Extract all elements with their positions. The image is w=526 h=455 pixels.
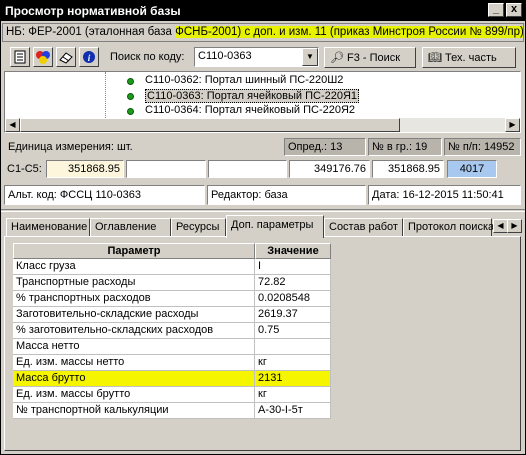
- database-info-highlight: ФСНБ-2001) с доп. и изм. 11 (приказ Минс…: [175, 26, 523, 38]
- value-cell[interactable]: кг: [255, 355, 331, 371]
- green-dot-icon: [127, 93, 134, 100]
- tab-work-composition[interactable]: Состав работ: [324, 218, 403, 237]
- tech-part-button[interactable]: 📖︎ Тех. часть: [422, 47, 516, 68]
- tab-strip: Наименование Оглавление Ресурсы Доп. пар…: [4, 215, 522, 238]
- meta-row: Альт. код: ФССЦ 110-0363 Редактор: база …: [4, 184, 521, 206]
- tree-item-label: С110-0363: Портал ячейковый ПС-220Я1: [145, 89, 360, 103]
- resource-tree[interactable]: С110-0362: Портал шинный ПС-220Ш2 С110-0…: [4, 71, 521, 133]
- title-bar: Просмотр нормативной базы _ x: [1, 1, 525, 21]
- extra-params-panel: Параметр Значение Класс груза I Транспор…: [4, 236, 521, 451]
- value-cell[interactable]: I: [255, 259, 331, 275]
- value-cell[interactable]: 0.75: [255, 323, 331, 339]
- params-grid[interactable]: Параметр Значение Класс груза I Транспор…: [13, 243, 331, 419]
- tree-item-label: С110-0362: Портал шинный ПС-220Ш2: [145, 74, 344, 86]
- table-row[interactable]: Масса нетто: [13, 339, 331, 355]
- price-label: С1-С5:: [7, 163, 42, 175]
- search-code-input[interactable]: С110-0363 ▼: [194, 47, 319, 67]
- param-cell: Заготовительно-складские расходы: [13, 307, 255, 323]
- palette-button[interactable]: [33, 47, 53, 67]
- value-cell[interactable]: [255, 339, 331, 355]
- eraser-button[interactable]: [56, 47, 76, 67]
- horizontal-scrollbar[interactable]: ◀ ▶: [5, 118, 520, 132]
- info-button[interactable]: i: [79, 47, 99, 67]
- unit-of-measure: Единица измерения: шт.: [4, 138, 281, 156]
- tab-extra-params[interactable]: Доп. параметры: [226, 215, 324, 238]
- toolbar: i Поиск по коду: С110-0363 ▼ 🔎︎ F3 - Пои…: [2, 45, 524, 70]
- opred-field: Опред.: 13: [284, 138, 366, 156]
- editor-field: Редактор: база: [207, 185, 366, 205]
- param-cell: Ед. изм. массы брутто: [13, 387, 255, 403]
- table-row[interactable]: Заготовительно-складские расходы 2619.37: [13, 307, 331, 323]
- database-info-prefix: НБ: ФЕР-2001 (эталонная база: [6, 26, 176, 38]
- table-row[interactable]: Ед. изм. массы брутто кг: [13, 387, 331, 403]
- price-field-1[interactable]: 351868.95: [46, 160, 124, 178]
- tab-scroll-right-icon[interactable]: ▶: [507, 219, 522, 233]
- minimize-button[interactable]: _: [488, 3, 504, 17]
- item-number-field: № п/п: 14952: [444, 138, 521, 156]
- value-column-header[interactable]: Значение: [255, 243, 331, 259]
- value-cell[interactable]: 2619.37: [255, 307, 331, 323]
- table-row[interactable]: % транспортных расходов 0.0208548: [13, 291, 331, 307]
- value-cell[interactable]: 0.0208548: [255, 291, 331, 307]
- tab-contents[interactable]: Оглавление: [90, 218, 171, 237]
- param-cell: № транспортной калькуляции: [13, 403, 255, 419]
- scroll-thumb[interactable]: [20, 118, 400, 132]
- tab-scroll-left-icon[interactable]: ◀: [493, 219, 508, 233]
- palette-icon: [36, 51, 50, 64]
- database-info-bar: НБ: ФЕР-2001 (эталонная база ФСНБ-2001) …: [2, 23, 524, 42]
- param-cell: Ед. изм. массы нетто: [13, 355, 255, 371]
- value-cell[interactable]: 72.82: [255, 275, 331, 291]
- param-cell: Класс груза: [13, 259, 255, 275]
- table-row-highlighted[interactable]: Масса брутто 2131: [13, 371, 331, 387]
- tree-item-label: С110-0364: Портал ячейковый ПС-220Я2: [145, 104, 356, 116]
- group-number-field: № в гр.: 19: [368, 138, 442, 156]
- price-field-5[interactable]: 351868.95: [372, 160, 444, 178]
- table-row[interactable]: % заготовительно-складских расходов 0.75: [13, 323, 331, 339]
- search-button[interactable]: 🔎︎ F3 - Поиск: [324, 47, 416, 68]
- green-dot-icon: [127, 108, 134, 115]
- scroll-left-icon[interactable]: ◀: [5, 118, 20, 132]
- price-field-6[interactable]: 4017: [447, 160, 497, 178]
- param-cell: % транспортных расходов: [13, 291, 255, 307]
- info-icon: i: [83, 51, 95, 63]
- tab-search-log[interactable]: Протокол поиска: [403, 218, 494, 237]
- price-field-3[interactable]: [208, 160, 287, 178]
- table-row[interactable]: № транспортной калькуляции А-30-I-5т: [13, 403, 331, 419]
- value-cell[interactable]: А-30-I-5т: [255, 403, 331, 419]
- param-column-header[interactable]: Параметр: [13, 243, 255, 259]
- table-row[interactable]: Ед. изм. массы нетто кг: [13, 355, 331, 371]
- params-header-row: Параметр Значение: [13, 243, 331, 259]
- binoculars-icon: 🔎︎: [330, 52, 344, 64]
- scroll-right-icon[interactable]: ▶: [505, 118, 520, 132]
- param-cell: Масса брутто: [13, 371, 255, 387]
- date-field: Дата: 16-12-2015 11:50:41: [368, 185, 521, 205]
- tab-scroll[interactable]: ◀ ▶: [493, 219, 522, 235]
- param-cell: Транспортные расходы: [13, 275, 255, 291]
- table-row[interactable]: Транспортные расходы 72.82: [13, 275, 331, 291]
- tab-resources[interactable]: Ресурсы: [171, 218, 226, 237]
- splitter[interactable]: [1, 209, 525, 212]
- value-cell[interactable]: кг: [255, 387, 331, 403]
- close-button[interactable]: x: [506, 3, 522, 17]
- param-cell: Масса нетто: [13, 339, 255, 355]
- chevron-down-icon[interactable]: ▼: [302, 48, 318, 66]
- price-field-2[interactable]: [126, 160, 206, 178]
- eraser-icon: [59, 52, 73, 64]
- table-row[interactable]: Класс груза I: [13, 259, 331, 275]
- param-cell: % заготовительно-складских расходов: [13, 323, 255, 339]
- notepad-icon: [14, 50, 26, 64]
- book-icon: 📖︎: [428, 52, 442, 64]
- price-field-4[interactable]: 349176.76: [289, 160, 370, 178]
- tab-name[interactable]: Наименование: [6, 218, 90, 237]
- value-cell[interactable]: 2131: [255, 371, 331, 387]
- notepad-button[interactable]: [10, 47, 30, 67]
- tree-connector: [105, 72, 125, 122]
- main-window: Просмотр нормативной базы _ x НБ: ФЕР-20…: [0, 0, 526, 455]
- alt-code-field: Альт. код: ФССЦ 110-0363: [4, 185, 205, 205]
- window-title: Просмотр нормативной базы: [5, 4, 181, 18]
- unit-info-row: Единица измерения: шт. Опред.: 13 № в гр…: [4, 138, 521, 156]
- price-row: С1-С5: 351868.95 349176.76 351868.95 401…: [4, 158, 521, 180]
- search-label: Поиск по коду:: [110, 51, 185, 63]
- green-dot-icon: [127, 78, 134, 85]
